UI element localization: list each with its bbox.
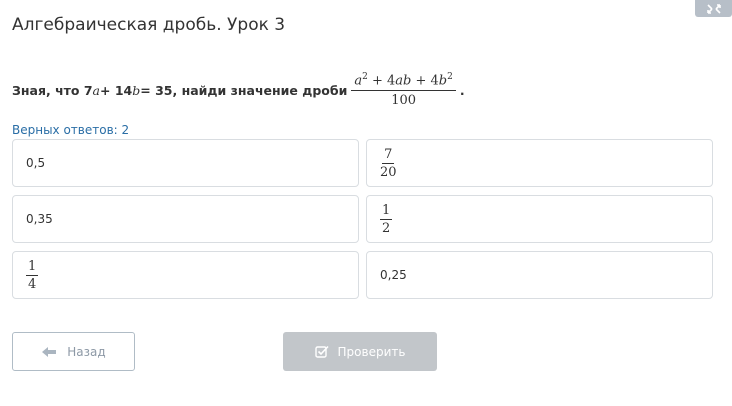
back-button-label: Назад [67, 344, 106, 359]
answer-option-6[interactable]: 0,25 [366, 251, 713, 299]
check-button-label: Проверить [337, 344, 406, 359]
page-title: Алгебраическая дробь. Урок 3 [12, 15, 286, 35]
fraction-numerator: a2 + 4ab + 4b2 [351, 72, 456, 92]
option-text: 0,25 [380, 268, 407, 282]
var-b: b [132, 82, 141, 98]
question-mid1: + 14 [100, 82, 133, 98]
option-text: 0,35 [26, 212, 53, 226]
question-text: Зная, что 7a + 14 b = 35, найди значение … [12, 70, 465, 110]
fraction-denominator: 100 [391, 93, 417, 109]
answer-option-4[interactable]: 1 2 [366, 195, 713, 243]
arrow-left-icon [42, 346, 57, 357]
correct-answers-count: Верных ответов: 2 [12, 123, 130, 137]
option-text: 0,5 [26, 156, 46, 170]
option-fraction: 7 20 [380, 146, 397, 180]
answer-option-5[interactable]: 1 4 [12, 251, 359, 299]
question-fraction: a2 + 4ab + 4b2 100 [351, 72, 456, 108]
back-button[interactable]: Назад [12, 332, 135, 371]
question-suffix: . [459, 82, 465, 98]
check-button[interactable]: Проверить [283, 332, 437, 371]
answer-option-1[interactable]: 0,5 [12, 139, 359, 187]
answer-option-2[interactable]: 7 20 [366, 139, 713, 187]
option-fraction: 1 2 [380, 202, 393, 236]
question-mid2: = 35, найди значение дроби [140, 82, 348, 98]
checkbox-icon [314, 345, 329, 358]
question-prefix: Зная, что 7 [12, 82, 93, 98]
answer-option-3[interactable]: 0,35 [12, 195, 359, 243]
expand-button[interactable] [695, 0, 732, 17]
expand-icon [706, 3, 721, 14]
var-a: a [92, 82, 100, 98]
option-fraction: 1 4 [26, 258, 39, 292]
